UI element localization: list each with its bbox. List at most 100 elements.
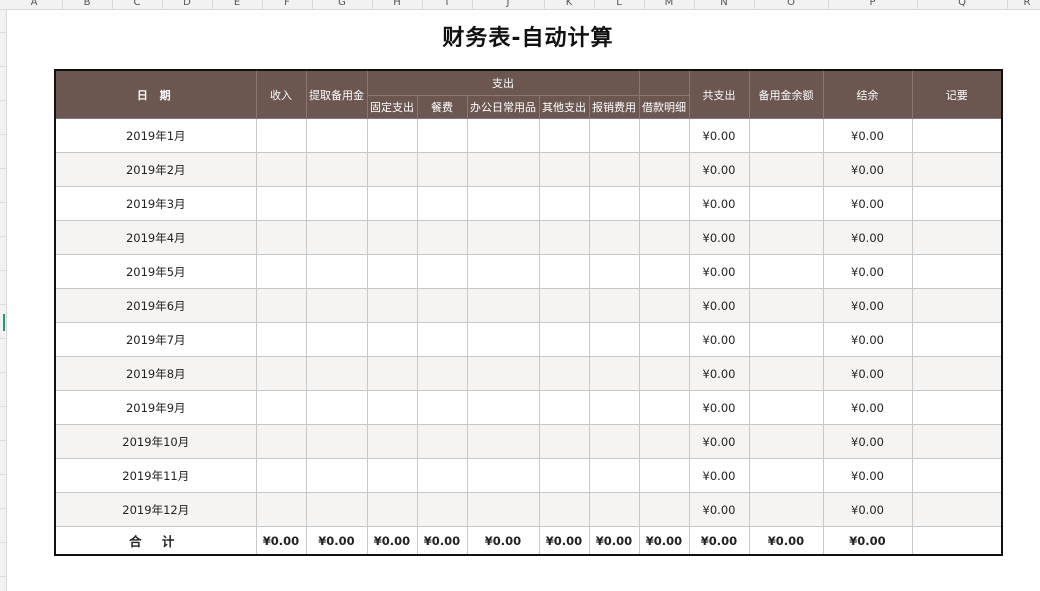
column-header-k[interactable]: K — [544, 0, 595, 9]
cell-office-supplies[interactable] — [466, 390, 540, 425]
column-header-c[interactable]: C — [112, 0, 163, 9]
column-header-f[interactable]: F — [262, 0, 313, 9]
cell-fixed-expense[interactable] — [366, 458, 418, 493]
cell-date[interactable]: 2019年2月 — [54, 152, 257, 187]
cell-office-supplies[interactable] — [466, 458, 540, 493]
cell-fixed-expense[interactable] — [366, 288, 418, 323]
cell-other-expense[interactable] — [538, 458, 590, 493]
cell-office-supplies[interactable] — [466, 288, 540, 323]
cell-income[interactable] — [255, 220, 307, 255]
cell-total-expense[interactable]: ¥0.00 — [688, 424, 750, 459]
cell-income[interactable] — [255, 492, 307, 527]
cell-balance[interactable]: ¥0.00 — [822, 288, 913, 323]
cell-loan-details[interactable] — [638, 424, 690, 459]
cell-withdraw-reserve[interactable] — [305, 220, 368, 255]
cell-reimbursement[interactable] — [588, 356, 640, 391]
header-reimbursement[interactable]: 报销费用 — [588, 95, 640, 119]
total-withdraw-reserve[interactable]: ¥0.00 — [305, 526, 368, 556]
header-balance[interactable]: 结余 — [822, 69, 913, 119]
header-expense-group[interactable]: 支出 — [366, 69, 640, 96]
cell-meals[interactable] — [416, 356, 468, 391]
cell-withdraw-reserve[interactable] — [305, 356, 368, 391]
cell-balance[interactable]: ¥0.00 — [822, 220, 913, 255]
cell-office-supplies[interactable] — [466, 492, 540, 527]
cell-fixed-expense[interactable] — [366, 356, 418, 391]
cell-other-expense[interactable] — [538, 322, 590, 357]
cell-balance[interactable]: ¥0.00 — [822, 152, 913, 187]
cell-income[interactable] — [255, 186, 307, 221]
cell-reserve-balance[interactable] — [748, 356, 824, 391]
cell-other-expense[interactable] — [538, 220, 590, 255]
column-header-q[interactable]: Q — [917, 0, 1008, 9]
cell-reserve-balance[interactable] — [748, 186, 824, 221]
cell-balance[interactable]: ¥0.00 — [822, 356, 913, 391]
cell-notes[interactable] — [911, 322, 1003, 357]
cell-loan-details[interactable] — [638, 356, 690, 391]
cell-date[interactable]: 2019年10月 — [54, 424, 257, 459]
header-meals[interactable]: 餐费 — [416, 95, 468, 119]
cell-balance[interactable]: ¥0.00 — [822, 118, 913, 153]
cell-other-expense[interactable] — [538, 152, 590, 187]
cell-total-expense[interactable]: ¥0.00 — [688, 458, 750, 493]
cell-reserve-balance[interactable] — [748, 118, 824, 153]
column-header-i[interactable]: I — [422, 0, 473, 9]
cell-date[interactable]: 2019年7月 — [54, 322, 257, 357]
total-fixed-expense[interactable]: ¥0.00 — [366, 526, 418, 556]
cell-balance[interactable]: ¥0.00 — [822, 254, 913, 289]
cell-date[interactable]: 2019年3月 — [54, 186, 257, 221]
cell-balance[interactable]: ¥0.00 — [822, 390, 913, 425]
column-header-h[interactable]: H — [372, 0, 423, 9]
cell-fixed-expense[interactable] — [366, 118, 418, 153]
cell-withdraw-reserve[interactable] — [305, 186, 368, 221]
cell-reimbursement[interactable] — [588, 118, 640, 153]
header-notes[interactable]: 记要 — [911, 69, 1003, 119]
cell-notes[interactable] — [911, 356, 1003, 391]
cell-income[interactable] — [255, 254, 307, 289]
cell-reserve-balance[interactable] — [748, 390, 824, 425]
cell-meals[interactable] — [416, 186, 468, 221]
header-reserve-balance[interactable]: 备用金余额 — [748, 69, 824, 119]
total-balance[interactable]: ¥0.00 — [822, 526, 913, 556]
cell-total-expense[interactable]: ¥0.00 — [688, 152, 750, 187]
column-header-d[interactable]: D — [162, 0, 213, 9]
cell-withdraw-reserve[interactable] — [305, 390, 368, 425]
header-loan-top[interactable] — [638, 69, 690, 96]
cell-income[interactable] — [255, 458, 307, 493]
cell-meals[interactable] — [416, 390, 468, 425]
cell-other-expense[interactable] — [538, 356, 590, 391]
cell-notes[interactable] — [911, 118, 1003, 153]
cell-fixed-expense[interactable] — [366, 152, 418, 187]
totals-label[interactable]: 合 计 — [54, 526, 257, 556]
header-other-expense[interactable]: 其他支出 — [538, 95, 590, 119]
cell-meals[interactable] — [416, 322, 468, 357]
cell-reimbursement[interactable] — [588, 254, 640, 289]
column-header-r[interactable]: R — [1007, 0, 1040, 9]
cell-meals[interactable] — [416, 254, 468, 289]
cell-date[interactable]: 2019年6月 — [54, 288, 257, 323]
cell-total-expense[interactable]: ¥0.00 — [688, 322, 750, 357]
cell-reimbursement[interactable] — [588, 186, 640, 221]
cell-fixed-expense[interactable] — [366, 424, 418, 459]
cell-reserve-balance[interactable] — [748, 220, 824, 255]
cell-notes[interactable] — [911, 220, 1003, 255]
cell-reserve-balance[interactable] — [748, 424, 824, 459]
column-header-p[interactable]: P — [828, 0, 918, 9]
cell-other-expense[interactable] — [538, 186, 590, 221]
cell-income[interactable] — [255, 322, 307, 357]
cell-income[interactable] — [255, 288, 307, 323]
cell-other-expense[interactable] — [538, 254, 590, 289]
cell-balance[interactable]: ¥0.00 — [822, 322, 913, 357]
cell-total-expense[interactable]: ¥0.00 — [688, 288, 750, 323]
cell-reimbursement[interactable] — [588, 288, 640, 323]
cell-income[interactable] — [255, 118, 307, 153]
cell-fixed-expense[interactable] — [366, 186, 418, 221]
header-office-supplies[interactable]: 办公日常用品 — [466, 95, 540, 119]
cell-withdraw-reserve[interactable] — [305, 458, 368, 493]
cell-office-supplies[interactable] — [466, 220, 540, 255]
cell-reimbursement[interactable] — [588, 492, 640, 527]
cell-reimbursement[interactable] — [588, 458, 640, 493]
cell-reserve-balance[interactable] — [748, 152, 824, 187]
cell-office-supplies[interactable] — [466, 424, 540, 459]
cell-income[interactable] — [255, 152, 307, 187]
cell-meals[interactable] — [416, 152, 468, 187]
